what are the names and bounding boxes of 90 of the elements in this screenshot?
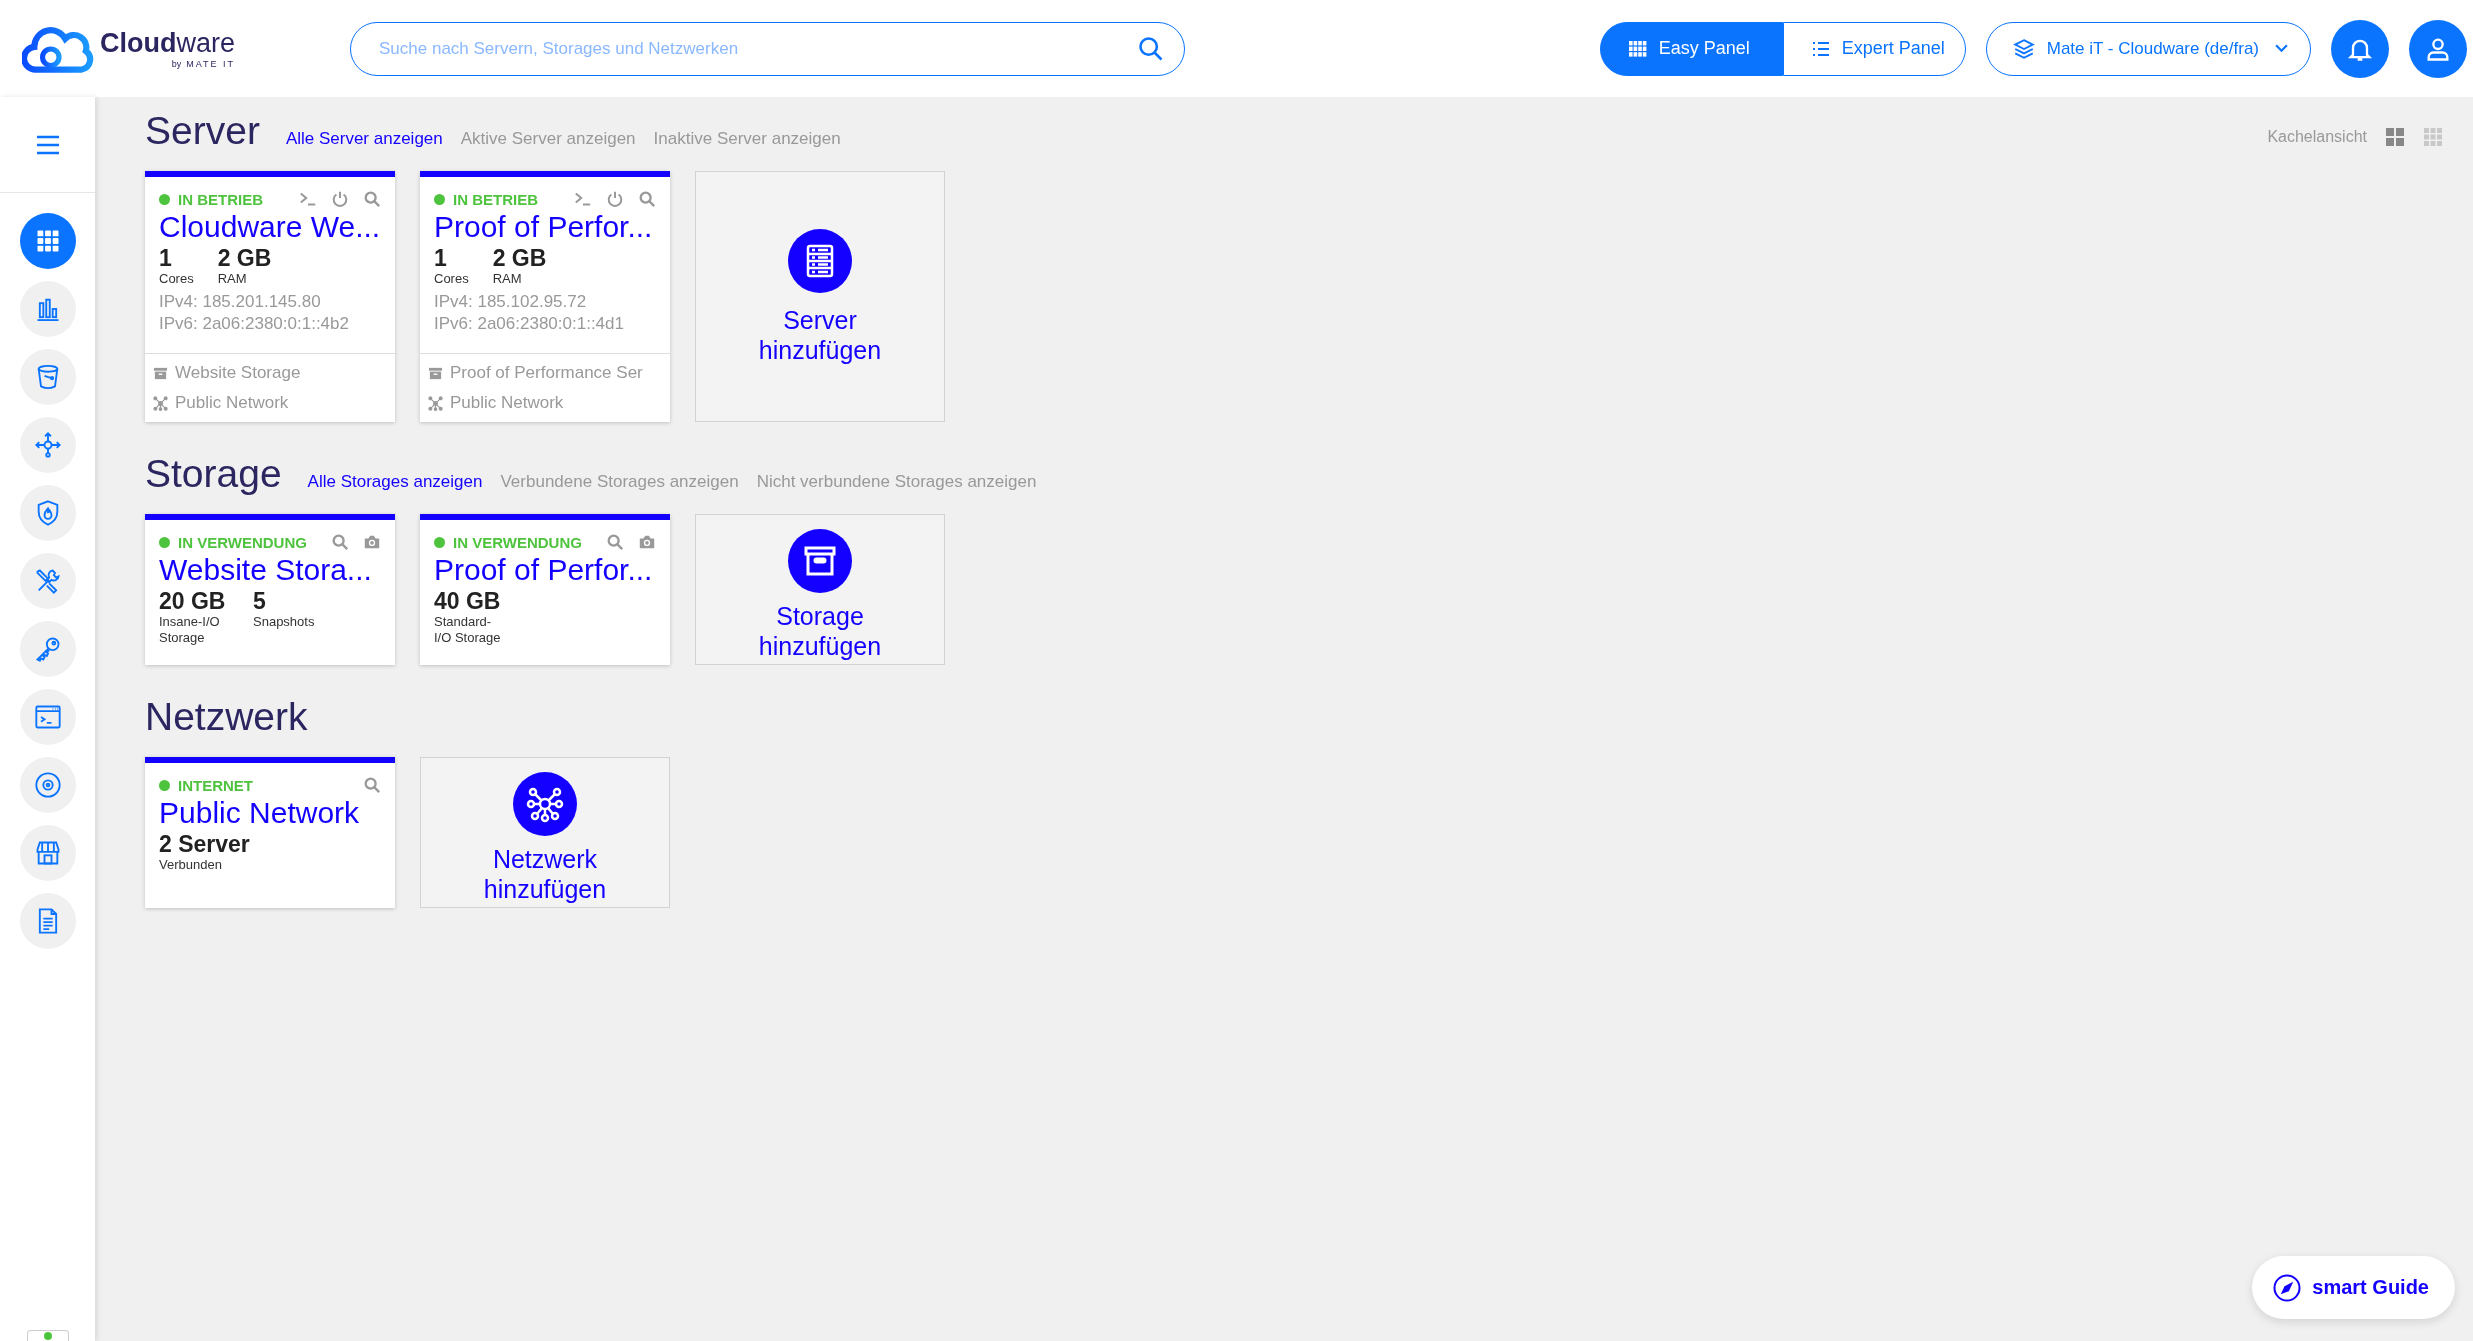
large-grid-icon[interactable] xyxy=(2385,127,2405,147)
menu-icon[interactable] xyxy=(35,134,60,155)
panel-tab[interactable]: Expert Panel xyxy=(1782,21,1966,76)
status-dot xyxy=(434,536,445,548)
status-dot xyxy=(159,536,170,548)
search-icon[interactable] xyxy=(331,533,349,551)
network-card[interactable]: INTERNET Public Network 2 Server Verbunden xyxy=(145,757,395,908)
add-tile[interactable]: Netzwerk hinzufügen xyxy=(420,757,670,908)
search-field[interactable]: Suche nach Servern, Storages und Netzwerken xyxy=(350,21,1185,76)
server-card[interactable]: IN BETRIEB Proof of Perfor... 1 Cores 2 GB RAM IPv4: 185.102.95.72 IPv6: 2a06:2380:0:1::4d1 Proof of Performance Ser Public Network xyxy=(420,171,670,422)
stat-value: 20 GB xyxy=(159,588,227,614)
stat-value: 2 Server xyxy=(159,831,250,857)
network-nodes-icon xyxy=(153,395,168,411)
ip-address: IPv6: 2a06:2380:0:1::4b2 xyxy=(158,313,350,335)
terminal-icon[interactable] xyxy=(299,190,317,208)
stat-label: Verbunden xyxy=(159,857,223,873)
storage-card[interactable]: IN VERWENDUNG Proof of Perfor... 40 GB Standard-I/O Storage xyxy=(420,514,670,665)
disc-icon xyxy=(33,771,62,799)
stat-label: Cores xyxy=(434,271,469,287)
status-dot xyxy=(434,193,445,205)
search-icon[interactable] xyxy=(363,776,381,794)
stat-label: Insane-I/O Storage xyxy=(159,614,221,646)
panel-tab[interactable]: Easy Panel xyxy=(1599,21,1783,76)
status-indicator xyxy=(26,1330,69,1341)
card-title[interactable]: Public Network xyxy=(145,795,395,831)
notifications-button[interactable] xyxy=(2331,19,2389,78)
status-label: IN BETRIEB xyxy=(178,190,263,208)
tenant-dropdown[interactable]: Mate iT - Cloudware (de/fra) xyxy=(1985,21,2311,76)
status-label: IN VERWENDUNG xyxy=(453,533,582,551)
card-title[interactable]: Proof of Perfor... xyxy=(420,552,670,588)
key-icon xyxy=(33,635,62,663)
status-label: IN BETRIEB xyxy=(453,190,538,208)
search-icon[interactable] xyxy=(606,533,624,551)
section-title: Server xyxy=(145,109,260,153)
camera-icon[interactable] xyxy=(363,533,381,551)
status-dot xyxy=(159,193,170,205)
ip-address: IPv4: 185.201.145.80 xyxy=(158,291,322,313)
layers-icon xyxy=(2012,37,2035,60)
stat-label: Cores xyxy=(159,271,194,287)
power-icon[interactable] xyxy=(331,190,349,208)
view-label: Kachelansicht xyxy=(2267,128,2367,146)
list-icon xyxy=(1811,40,1830,57)
stat-value: 5 xyxy=(253,588,267,614)
compass-icon xyxy=(2272,1272,2303,1303)
terminal-window-icon xyxy=(33,703,62,731)
search-icon[interactable] xyxy=(1137,34,1165,63)
grid-icon xyxy=(1628,40,1647,57)
stat-value: 40 GB xyxy=(434,588,502,614)
network-nodes-icon xyxy=(513,771,577,836)
network-nodes-icon xyxy=(428,395,443,411)
storage-card[interactable]: IN VERWENDUNG Website Stora... 20 GB Insane-I/O Storage 5 Snapshots xyxy=(145,514,395,665)
archive-box-icon xyxy=(428,365,443,381)
ip-address: IPv6: 2a06:2380:0:1::4d1 xyxy=(433,313,625,335)
smart-guide-button[interactable]: smart Guide xyxy=(2252,1256,2455,1319)
server-rack-icon xyxy=(788,228,852,293)
section-title: Storage xyxy=(145,452,282,496)
filter-link[interactable]: Alle Server anzeigen xyxy=(285,129,443,149)
stat-value: 2 GB xyxy=(492,245,547,271)
card-title[interactable]: Cloudware We... xyxy=(145,209,395,245)
arrows-node-icon xyxy=(33,431,62,459)
archive-box-icon xyxy=(153,365,168,381)
card-title[interactable]: Website Stora... xyxy=(145,552,395,588)
filter-link[interactable]: Alle Storages anzeigen xyxy=(307,472,483,492)
camera-icon[interactable] xyxy=(638,533,656,551)
search-icon[interactable] xyxy=(638,190,656,208)
search-icon[interactable] xyxy=(363,190,381,208)
stat-label: RAM xyxy=(492,271,523,287)
status-label: IN VERWENDUNG xyxy=(178,533,307,551)
status-label: INTERNET xyxy=(178,776,253,794)
add-tile[interactable]: Storage hinzufügen xyxy=(695,514,945,665)
server-card[interactable]: IN BETRIEB Cloudware We... 1 Cores 2 GB RAM IPv4: 185.201.145.80 IPv6: 2a06:2380:0:1::4b2 Website Storage Public Network xyxy=(145,171,395,422)
terminal-icon[interactable] xyxy=(574,190,592,208)
logo-brand: MATE IT xyxy=(186,59,235,69)
ip-address: IPv4: 185.102.95.72 xyxy=(433,291,588,313)
section-title: Netzwerk xyxy=(145,695,308,739)
stat-value: 1 xyxy=(434,245,448,271)
status-dot xyxy=(159,779,170,791)
logo-wordmark: Cloudware xyxy=(100,28,235,59)
stat-value: 1 xyxy=(159,245,173,271)
power-icon[interactable] xyxy=(606,190,624,208)
stat-label: RAM xyxy=(217,271,248,287)
stat-value: 2 GB xyxy=(217,245,272,271)
chevron-down-icon xyxy=(2275,44,2288,53)
user-profile-button[interactable] xyxy=(2409,19,2467,78)
card-title[interactable]: Proof of Perfor... xyxy=(420,209,670,245)
logo-byline: by xyxy=(171,59,182,69)
archive-box-icon xyxy=(788,528,852,593)
stat-label: Snapshots xyxy=(253,614,315,630)
stat-label: Standard-I/O Storage xyxy=(434,614,502,646)
add-tile[interactable]: Server hinzufügen xyxy=(695,171,945,422)
